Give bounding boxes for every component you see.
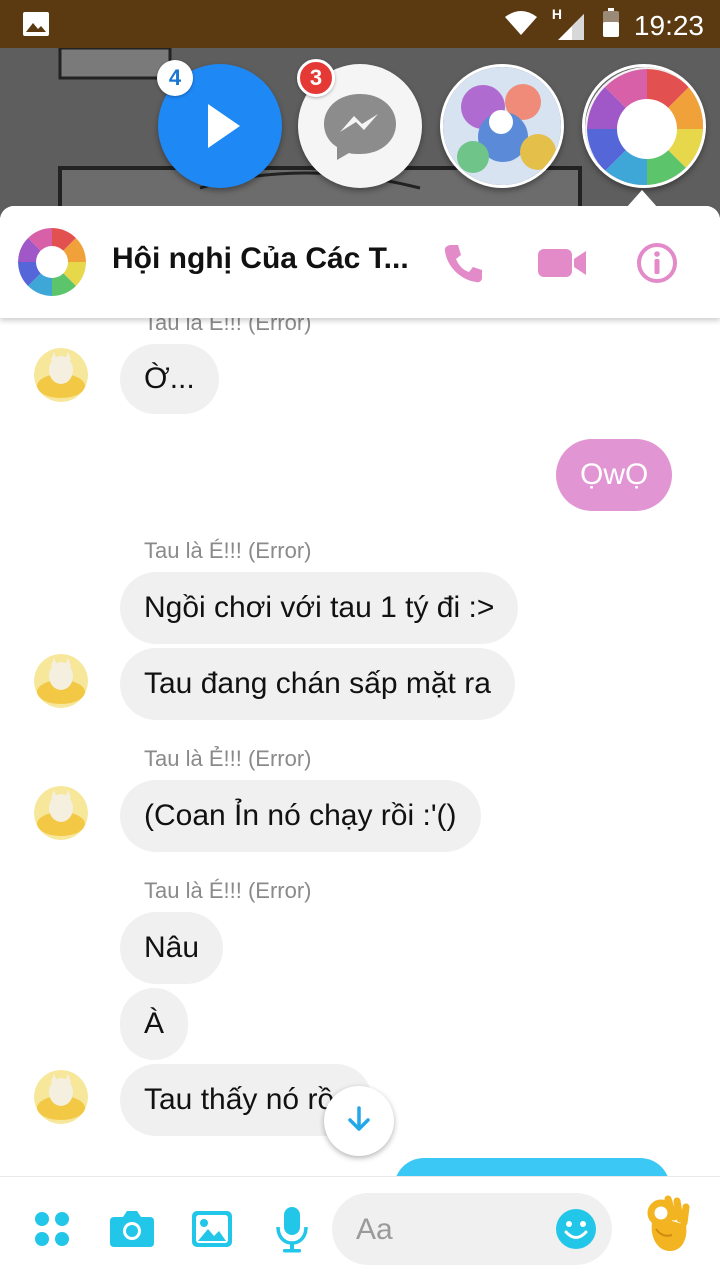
outgoing-message[interactable]: ỌwỌ [556,439,673,511]
apps-icon[interactable] [28,1205,76,1253]
sender-name: Tau là É!!! (Error) [144,878,312,903]
sender-avatar[interactable] [34,1070,88,1124]
composer-bar: Aa [0,1176,720,1280]
image-icon [22,11,50,42]
clock: 19:23 [633,9,704,41]
wifi-icon [504,9,538,42]
group-art-chat-head[interactable] [440,64,564,188]
group-avatar[interactable] [18,228,86,296]
gallery-icon[interactable] [188,1205,236,1253]
incoming-message[interactable]: Ờ... [120,344,219,414]
conversation-header: Hội nghị Của Các T... [0,206,720,318]
sender-avatar[interactable] [34,786,88,840]
ok-hand-emoji-icon[interactable] [644,1195,694,1255]
info-icon[interactable] [634,240,680,286]
camera-icon[interactable] [108,1205,156,1253]
scroll-to-bottom-button[interactable] [324,1086,394,1156]
play-head-badge: 4 [157,60,193,96]
message-list[interactable]: Tau là É!!! (Error) Ờ... ỌwỌ Tau là É!!!… [0,206,720,1280]
signal-icon: H [552,6,588,42]
microphone-icon[interactable] [268,1205,316,1253]
message-input[interactable]: Aa [332,1193,612,1265]
arrow-down-icon [344,1104,374,1139]
messenger-head-badge: 3 [297,59,335,97]
incoming-message[interactable]: Ngồi chơi với tau 1 tý đi :> [120,572,519,644]
undertale-au-chat-head[interactable] [582,64,706,188]
message-input-placeholder: Aa [356,1213,393,1246]
conversation-panel: Hội nghị Của Các T... Tau là É!!! (Error… [0,206,720,1280]
sender-avatar[interactable] [34,348,88,402]
status-bar: H 19:23 [0,0,720,48]
incoming-message[interactable]: Nâu [120,912,224,984]
sender-name: Tau là É!!! (Error) [144,538,312,563]
emoji-icon[interactable] [554,1207,598,1256]
conversation-title: Hội nghị Của Các T... [112,242,409,275]
incoming-message[interactable]: (Coan Ỉn nó chạy rồi :'() [120,780,481,852]
sender-avatar[interactable] [34,654,88,708]
incoming-message[interactable]: À [120,988,189,1060]
phone-icon[interactable] [440,240,486,286]
battery-icon [602,8,620,43]
incoming-message[interactable]: Tau đang chán sấp mặt ra [120,648,515,720]
sender-name: Tau là Ẻ!!! (Error) [144,746,312,771]
video-camera-icon[interactable] [536,240,588,286]
